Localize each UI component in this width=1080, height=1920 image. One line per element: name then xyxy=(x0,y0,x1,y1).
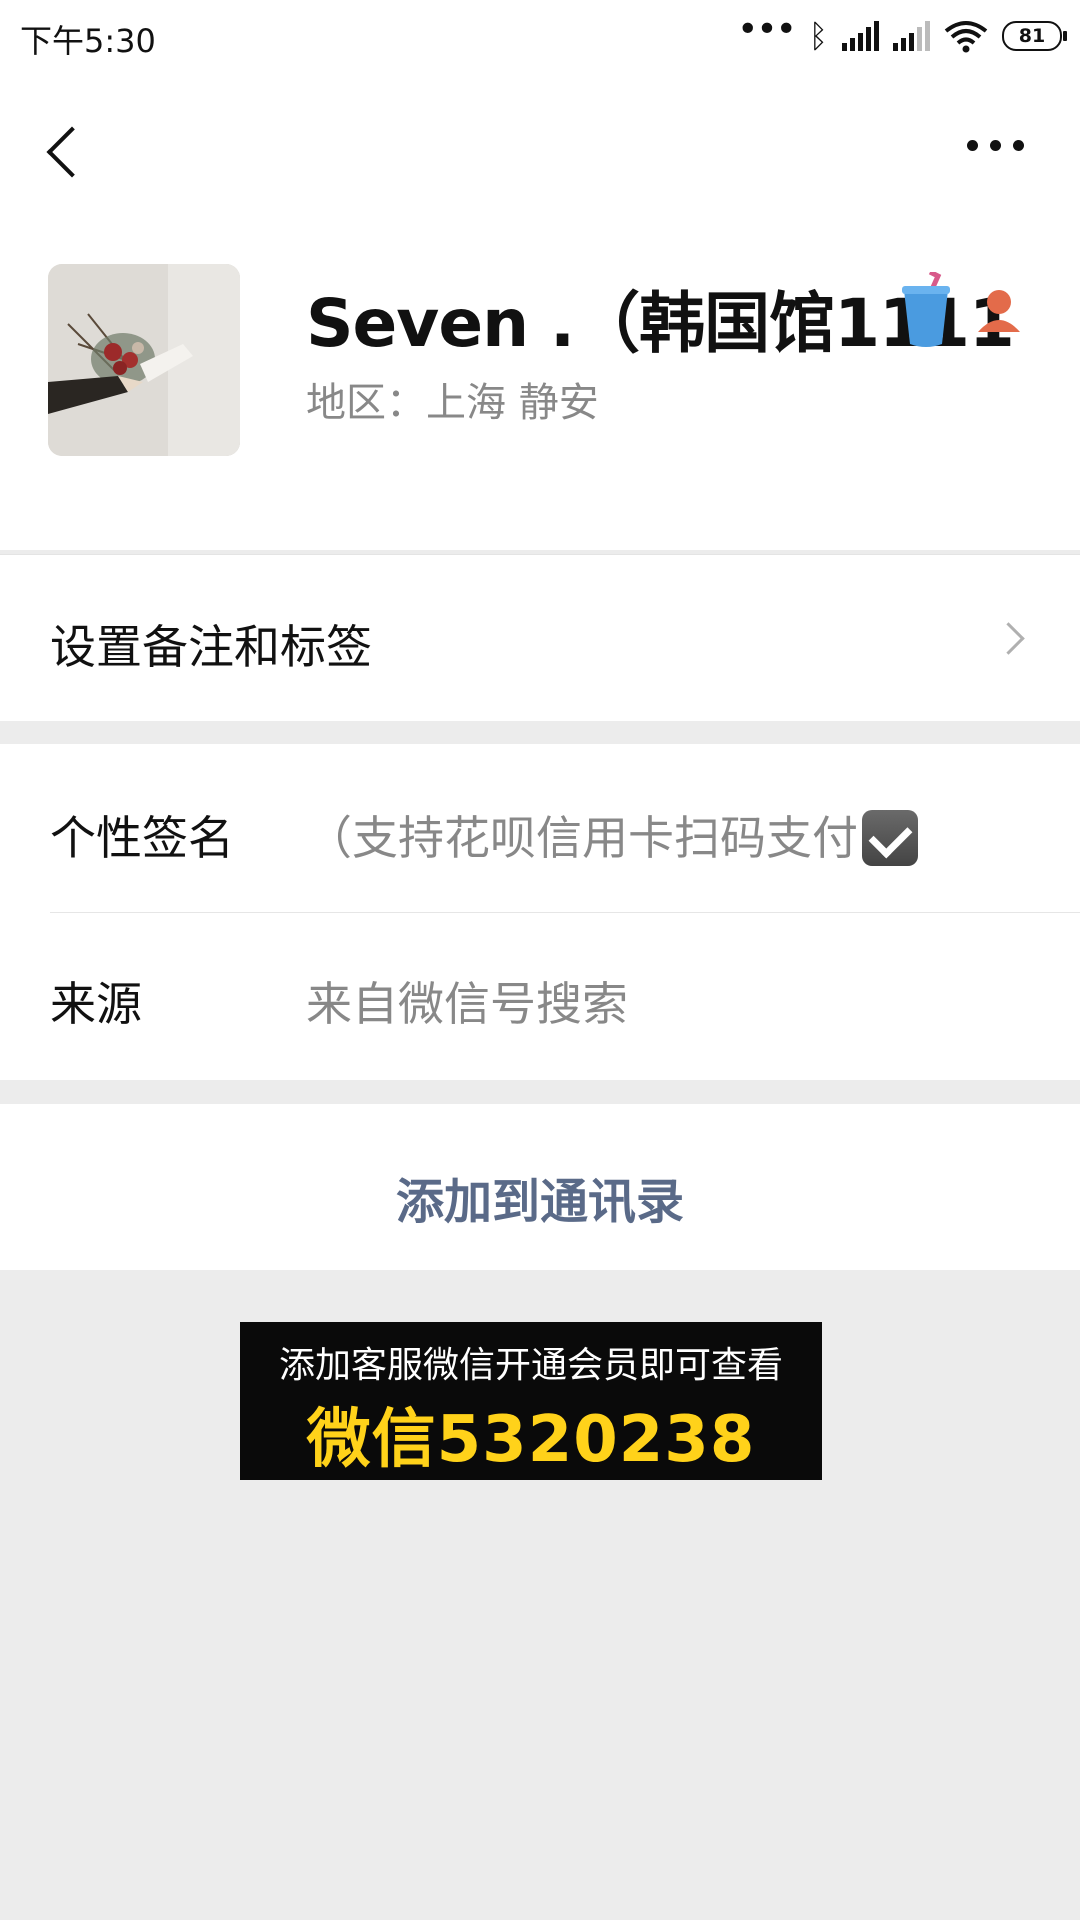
signature-label: 个性签名 xyxy=(50,811,234,865)
battery-icon: 81 xyxy=(1002,21,1067,51)
profile-region: 地区：上海 静安 xyxy=(306,380,599,426)
set-remarks-label: 设置备注和标签 xyxy=(50,620,372,674)
status-bar: 下午5:30 ••• ᛒ 81 xyxy=(0,0,1080,76)
more-icon[interactable] xyxy=(967,140,1024,151)
info-section: 个性签名 （支持花呗信用卡扫码支付 来源 来自微信号搜索 xyxy=(0,744,1080,1080)
chevron-left-icon[interactable] xyxy=(46,126,98,178)
signature-text: （支持花呗信用卡扫码支付 xyxy=(306,811,858,865)
promo-banner: 添加客服微信开通会员即可查看 微信5320238 xyxy=(240,1322,822,1480)
source-value: 来自微信号搜索 xyxy=(306,977,628,1031)
check-box-icon xyxy=(862,809,918,866)
nav-bar xyxy=(0,76,1080,230)
profile-header: Seven .（韩国馆1111 地区：上海 静安 xyxy=(0,230,1080,550)
notification-dots-icon: ••• xyxy=(737,9,797,50)
signal-icon xyxy=(842,21,879,51)
source-label: 来源 xyxy=(50,977,142,1031)
set-remarks-row[interactable]: 设置备注和标签 xyxy=(0,554,1080,721)
banner-top-text: 添加客服微信开通会员即可查看 xyxy=(278,1345,783,1386)
person-icon xyxy=(978,290,1020,332)
bluetooth-icon: ᛒ xyxy=(808,17,828,55)
add-to-contacts-row: 添加到通讯录 xyxy=(0,1104,1080,1270)
status-icons: ••• ᛒ 81 xyxy=(737,9,1067,58)
add-to-contacts-button[interactable]: 添加到通讯录 xyxy=(0,1162,1080,1232)
status-time: 下午5:30 xyxy=(20,22,156,60)
signal-2-icon xyxy=(893,21,930,51)
signature-value: （支持花呗信用卡扫码支付 xyxy=(306,802,918,868)
avatar[interactable] xyxy=(48,264,240,456)
wifi-icon xyxy=(944,21,988,53)
drink-cup-icon xyxy=(902,272,950,347)
banner-big-text: 微信5320238 xyxy=(306,1403,756,1477)
divider xyxy=(50,912,1080,913)
chevron-right-icon xyxy=(992,622,1025,655)
